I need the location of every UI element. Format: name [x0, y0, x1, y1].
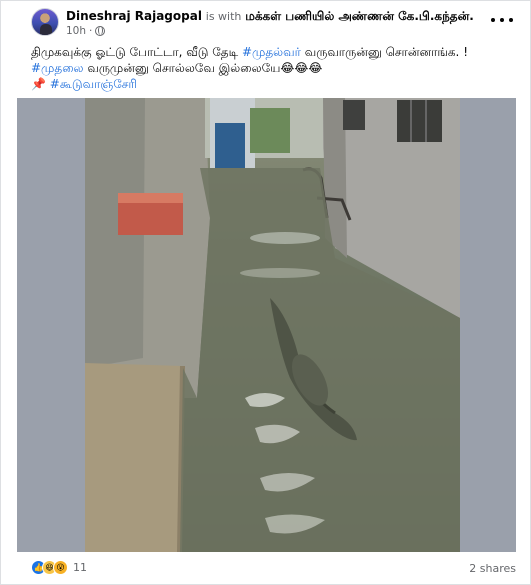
caption-text: வருவாருன்னு சொன்னாங்க. !	[300, 45, 468, 59]
with-text: is with	[205, 10, 242, 23]
post-footer: 👍 😆 😮 11 2 shares	[1, 557, 531, 581]
more-dot	[491, 18, 495, 22]
author-avatar[interactable]	[31, 8, 59, 36]
reaction-count[interactable]: 11	[73, 561, 87, 574]
flooded-street-image	[85, 98, 460, 552]
post-media[interactable]	[17, 98, 516, 552]
wow-icon: 😮	[53, 560, 68, 575]
post-header: Dineshraj Rajagopal is with மக்கள் பணியி…	[1, 1, 531, 41]
post-photo[interactable]	[85, 98, 460, 552]
caption-text: வருமுன்னு சொல்லவே இல்லையே😂😂😂	[83, 61, 323, 75]
reactions-summary[interactable]: 👍 😆 😮 11	[31, 560, 87, 575]
hashtag-link[interactable]: #கூடுவாஞ்சேரி	[50, 77, 137, 91]
post-card: Dineshraj Rajagopal is with மக்கள் பணியி…	[0, 0, 531, 585]
post-time[interactable]: 10h	[66, 25, 86, 37]
caption-line-2: #முதலை வருமுன்னு சொல்லவே இல்லையே😂😂😂	[31, 60, 511, 76]
caption-line-3: 📌 #கூடுவாஞ்சேரி	[31, 76, 511, 92]
more-dot	[500, 18, 504, 22]
more-options-icon[interactable]	[491, 11, 513, 29]
meta-separator: ·	[89, 25, 93, 37]
hashtag-link[interactable]: #முதல்வர்	[242, 45, 301, 59]
more-dot	[509, 18, 513, 22]
avatar-figure	[40, 24, 52, 35]
post-caption: திமுகவுக்கு ஓட்டு போட்டா, வீடு தேடி #முத…	[31, 44, 511, 92]
tagged-page[interactable]: மக்கள் பணியில் அண்ணன் கே.பி.கந்தன்.	[245, 9, 474, 23]
post-meta: 10h ·	[66, 25, 106, 37]
pin-icon: 📌	[31, 77, 46, 91]
author-name[interactable]: Dineshraj Rajagopal	[66, 9, 202, 23]
caption-text: திமுகவுக்கு ஓட்டு போட்டா, வீடு தேடி	[31, 45, 242, 59]
shares-count[interactable]: 2 shares	[469, 562, 516, 575]
caption-line-1: திமுகவுக்கு ஓட்டு போட்டா, வீடு தேடி #முத…	[31, 44, 511, 60]
hashtag-link[interactable]: #முதலை	[31, 61, 84, 75]
author-line: Dineshraj Rajagopal is with மக்கள் பணியி…	[66, 9, 474, 24]
globe-icon[interactable]	[95, 26, 106, 36]
